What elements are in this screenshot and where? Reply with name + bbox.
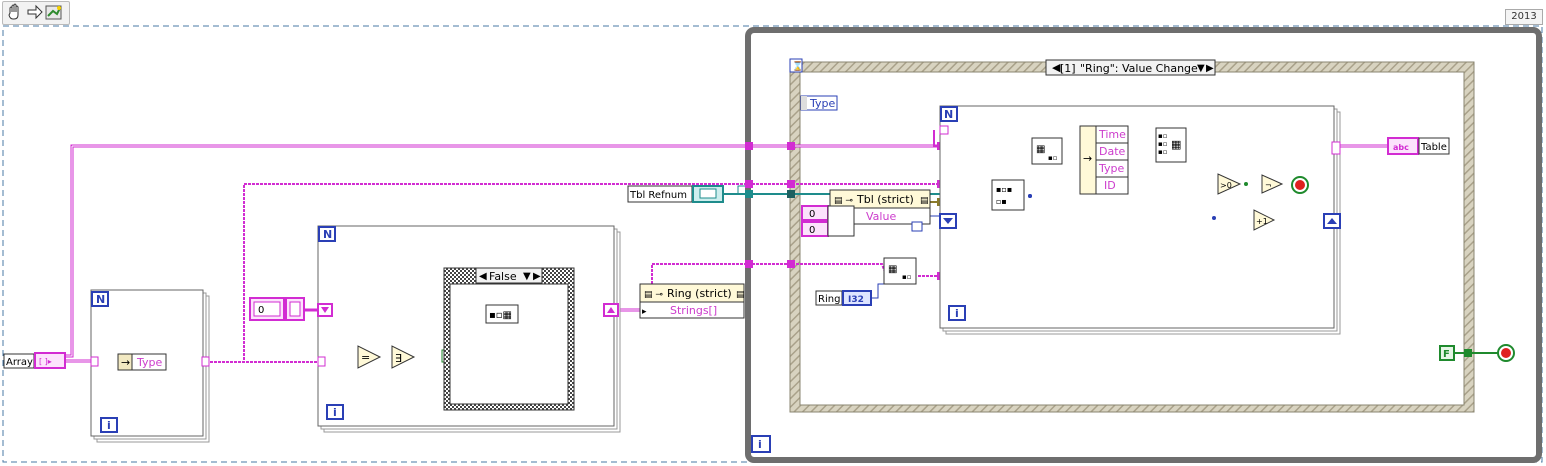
- svg-text:▸: ▸: [642, 307, 647, 317]
- svg-text:▪▫: ▪▫: [902, 273, 912, 281]
- svg-text:ID: ID: [1104, 179, 1116, 192]
- increment-label: +1: [1256, 217, 1268, 226]
- loop1-count: N: [96, 293, 105, 306]
- svg-text:∃: ∃: [395, 352, 402, 365]
- table-label: Table: [1420, 142, 1447, 153]
- tbl-property-title: Tbl (strict): [856, 193, 914, 206]
- svg-text:▦: ▦: [888, 264, 897, 275]
- loop1-output-tunnel: [201, 356, 210, 367]
- svg-text:→: →: [1083, 152, 1092, 165]
- table-type: abc: [1393, 143, 1409, 152]
- loop1-input-tunnel: [90, 356, 99, 367]
- inner-count: N: [944, 108, 953, 121]
- svg-text:¬: ¬: [1265, 181, 1272, 190]
- svg-text:▤ ⊸: ▤ ⊸: [644, 290, 663, 300]
- svg-text:▦: ▦: [1171, 138, 1181, 151]
- event-case-label: "Ring": Value Change: [1080, 62, 1198, 75]
- svg-text:▪▫: ▪▫: [1158, 132, 1168, 140]
- inner-output-tunnel: [1331, 141, 1341, 155]
- event-case-index: [1]: [1060, 62, 1076, 75]
- block-diagram: i ◀ [1] "Ring": Value Change ▼ ▶ ⌛ Type: [2, 25, 1543, 463]
- loop2-index: i: [333, 406, 337, 419]
- outer-while-index-label: i: [758, 438, 762, 451]
- svg-text:=: =: [361, 351, 370, 364]
- ring-type: I32: [848, 295, 864, 305]
- ring-property-field: Strings[]: [670, 304, 717, 317]
- array-label: Array: [6, 357, 33, 368]
- svg-text:▤ ⊸: ▤ ⊸: [834, 196, 853, 206]
- event-right-arrow: ▶: [1206, 63, 1214, 74]
- svg-text:▶: ▶: [533, 271, 541, 282]
- false-const-value: F: [1443, 349, 1450, 360]
- svg-text:▪▫▦: ▪▫▦: [489, 310, 512, 321]
- inner-for-loop: [939, 105, 1341, 335]
- svg-text:>0: >0: [1220, 181, 1232, 190]
- svg-text:Type: Type: [1098, 162, 1124, 175]
- svg-text:→: →: [121, 356, 130, 369]
- svg-text:▫▪: ▫▪: [996, 197, 1007, 206]
- svg-text:▪▫: ▪▫: [1158, 140, 1168, 148]
- svg-text:Time: Time: [1098, 128, 1126, 141]
- svg-text:◀: ◀: [479, 271, 487, 282]
- row-const-value: 0: [809, 209, 815, 220]
- tbl-refnum-label: Tbl Refnum: [629, 190, 687, 201]
- inner-tunnel-top: [939, 125, 949, 135]
- event-dropdown-arrow: ▼: [1197, 63, 1205, 74]
- loop2-input-tunnel: [317, 356, 326, 367]
- event-data-type: Type: [809, 97, 835, 110]
- svg-text:▤: ▤: [736, 290, 745, 300]
- svg-text:[ ]▸: [ ]▸: [39, 357, 52, 366]
- loop2-count: N: [323, 228, 332, 241]
- ring-label: Ring: [818, 294, 840, 305]
- loop1-index: i: [107, 419, 111, 432]
- svg-text:▪▫: ▪▫: [1158, 148, 1168, 156]
- svg-text:▪▫: ▪▫: [1048, 154, 1058, 162]
- col-const-value: 0: [809, 225, 815, 236]
- svg-text:▪▫▪: ▪▫▪: [996, 185, 1012, 194]
- inner-index: i: [955, 307, 959, 320]
- svg-text:Date: Date: [1099, 145, 1126, 158]
- svg-text:▦: ▦: [1036, 144, 1045, 155]
- svg-text:▤: ▤: [920, 196, 929, 206]
- loop1-unbundle-field: Type: [136, 356, 162, 369]
- svg-text:⌛: ⌛: [792, 60, 803, 72]
- ring-property-title: Ring (strict): [667, 287, 732, 300]
- tbl-property-field: Value: [866, 210, 896, 223]
- loop2-init-const: 0: [258, 305, 264, 316]
- unbundle-fields: Time Date Type ID: [1095, 125, 1129, 195]
- svg-text:▼: ▼: [523, 271, 531, 282]
- case-label: False: [489, 270, 517, 283]
